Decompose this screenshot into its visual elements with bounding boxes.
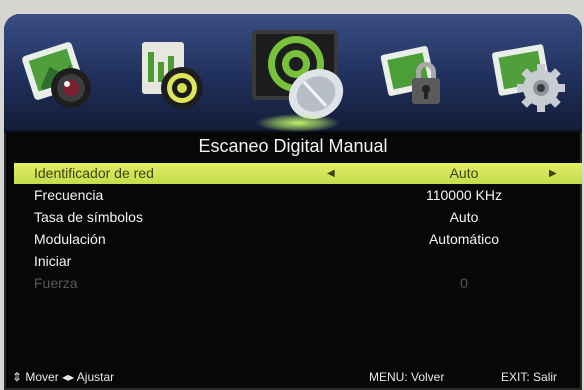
menu-row-symbol-rate[interactable]: Tasa de símbolos Auto: [14, 207, 582, 228]
row-value: 110000 KHz: [425, 187, 502, 203]
exit-hint: EXIT: Salir: [501, 370, 558, 384]
menu-row-modulation[interactable]: Modulación Automático: [14, 229, 582, 250]
row-label: Modulación: [34, 231, 106, 247]
menu-row-network-id[interactable]: Identificador de red ◀ Auto ▶: [14, 163, 582, 184]
row-label: Identificador de red: [34, 165, 154, 181]
menu-icon-bar: [4, 14, 582, 132]
row-label: Iniciar: [34, 253, 72, 269]
right-arrow-icon[interactable]: ▶: [549, 163, 557, 184]
move-adjust-hint: ⇕ Mover ◂▸ Ajustar: [12, 370, 115, 384]
setup-menu-icon[interactable]: [489, 34, 571, 116]
row-label: Fuerza: [34, 275, 78, 291]
row-label: Tasa de símbolos: [34, 209, 143, 225]
lock-menu-icon[interactable]: [376, 34, 458, 116]
row-value: Automático: [428, 231, 500, 247]
active-menu-glow: [257, 114, 339, 132]
page-title: Escaneo Digital Manual: [198, 136, 388, 156]
channel-menu-icon[interactable]: [244, 20, 352, 128]
menu-row-strength: Fuerza 0: [14, 273, 582, 294]
menu-row-start[interactable]: Iniciar: [14, 251, 582, 272]
tv-screen: Escaneo Digital Manual Identificador de …: [0, 0, 584, 390]
row-value: 0: [460, 275, 468, 291]
sound-menu-icon[interactable]: [130, 34, 212, 116]
picture-menu-icon[interactable]: [21, 34, 103, 116]
footer-hint-bar: ⇕ Mover ◂▸ Ajustar MENU: Volver EXIT: Sa…: [4, 364, 582, 390]
left-arrow-icon[interactable]: ◀: [327, 163, 335, 184]
tv-osd-menu: Escaneo Digital Manual Identificador de …: [4, 14, 582, 390]
menu-back-hint: MENU: Volver: [369, 370, 445, 384]
row-label: Frecuencia: [34, 187, 104, 203]
row-value: Auto: [449, 165, 479, 181]
row-value: Auto: [449, 209, 479, 225]
menu-row-frequency[interactable]: Frecuencia 110000 KHz: [14, 185, 582, 206]
